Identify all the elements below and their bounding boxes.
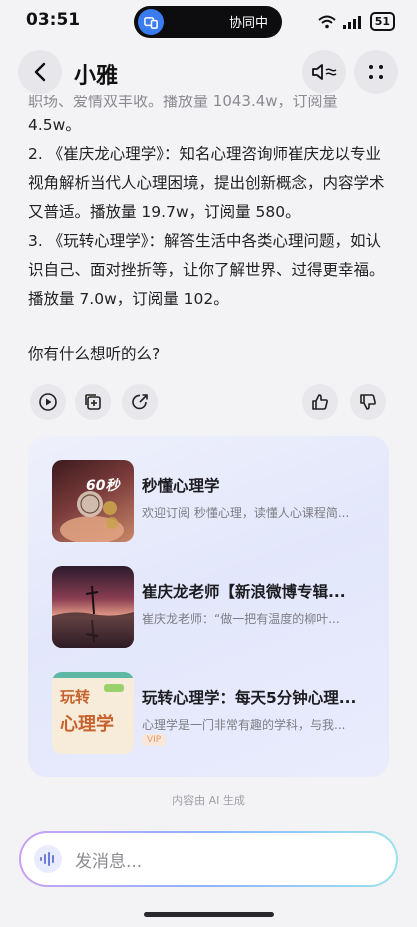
signal-icon xyxy=(342,15,361,29)
copy-button[interactable] xyxy=(75,384,111,420)
assistant-message: 职场、爱情双丰收。播放量 1043.4w，订阅量 4.5w。 2. 《崔庆龙心理… xyxy=(28,95,392,314)
back-button[interactable] xyxy=(18,50,62,94)
recommendation-item[interactable]: 60秒 秒懂心理学 欢迎订阅 秒懂心理，读懂人心课程简... xyxy=(52,460,372,542)
vip-badge: VIP xyxy=(142,734,167,746)
collaboration-icon xyxy=(138,9,164,35)
voice-settings-button[interactable] xyxy=(302,50,346,94)
island-status-text: 协同中 xyxy=(228,16,268,31)
wifi-icon xyxy=(318,15,336,28)
album-cover-image xyxy=(52,566,134,648)
speaker-icon xyxy=(312,64,337,80)
recommendation-title: 秒懂心理学 xyxy=(142,477,220,495)
message-question: 你有什么想听的么? xyxy=(28,345,161,363)
like-button[interactable] xyxy=(302,384,338,420)
dynamic-island[interactable]: 协同中 xyxy=(134,6,282,38)
system-icons: 51 xyxy=(318,12,395,31)
message-partial-line: 职场、爱情双丰收。播放量 1043.4w，订阅量 xyxy=(28,95,338,110)
recommendation-description: 心理学是一门非常有趣的学科，与我... xyxy=(142,718,346,732)
album-cover-logo-text: 60秒 xyxy=(86,477,121,494)
battery-indicator: 51 xyxy=(369,12,395,31)
voice-wave-icon xyxy=(40,852,54,866)
chat-title: 小雅 xyxy=(74,64,119,89)
thumbs-down-icon xyxy=(360,394,376,410)
play-button[interactable] xyxy=(30,384,66,420)
play-icon xyxy=(39,393,57,411)
copy-icon xyxy=(85,394,101,410)
share-button[interactable] xyxy=(122,384,158,420)
message-input-placeholder: 发消息... xyxy=(75,852,143,872)
status-time: 03:51 xyxy=(26,10,81,30)
message-item-2: 2. 《崔庆龙心理学》：知名心理咨询师崔庆龙以专业视角解析当代人心理困境，提出创… xyxy=(28,145,385,221)
more-options-button[interactable] xyxy=(354,50,398,94)
message-item-3: 3. 《玩转心理学》：解答生活中各类心理问题，如认识自己、面对挫折等，让你了解世… xyxy=(28,232,385,308)
more-dots-icon xyxy=(369,65,383,79)
chat-header: 小雅 xyxy=(0,50,417,96)
recommendation-description: 崔庆龙老师：“做一把有温度的柳叶... xyxy=(142,612,340,626)
message-actions xyxy=(0,384,417,420)
status-bar: 03:51 协同中 51 xyxy=(0,0,417,42)
recommendation-description: 欢迎订阅 秒懂心理，读懂人心课程简... xyxy=(142,506,350,520)
ai-generated-note: 内容由 AI 生成 xyxy=(172,794,245,807)
voice-input-button[interactable] xyxy=(34,845,62,873)
message-input[interactable]: 发消息... xyxy=(19,831,398,887)
recommendation-title: 玩转心理学：每天5分钟心理... xyxy=(142,689,357,707)
recommendation-title: 崔庆龙老师【新浪微博专辑... xyxy=(142,583,346,601)
thumbs-up-icon xyxy=(312,394,328,410)
chevron-left-icon xyxy=(34,62,46,82)
message-line-tail: 4.5w。 xyxy=(28,116,81,134)
recommendation-card: 60秒 秒懂心理学 欢迎订阅 秒懂心理，读懂人心课程简... 崔庆龙老师【新浪微… xyxy=(28,436,389,777)
album-cover-image: 60秒 xyxy=(52,460,134,542)
recommendation-item[interactable]: 玩转 心理学 玩转心理学：每天5分钟心理... 心理学是一门非常有趣的学科，与我… xyxy=(52,672,372,754)
share-icon xyxy=(132,394,148,410)
album-cover-text-bottom: 心理学 xyxy=(60,713,114,735)
album-cover-text-top: 玩转 xyxy=(60,688,90,706)
recommendation-item[interactable]: 崔庆龙老师【新浪微博专辑... 崔庆龙老师：“做一把有温度的柳叶... xyxy=(52,566,372,648)
dislike-button[interactable] xyxy=(350,384,386,420)
album-cover-image: 玩转 心理学 xyxy=(52,672,134,754)
home-indicator[interactable] xyxy=(144,912,274,917)
